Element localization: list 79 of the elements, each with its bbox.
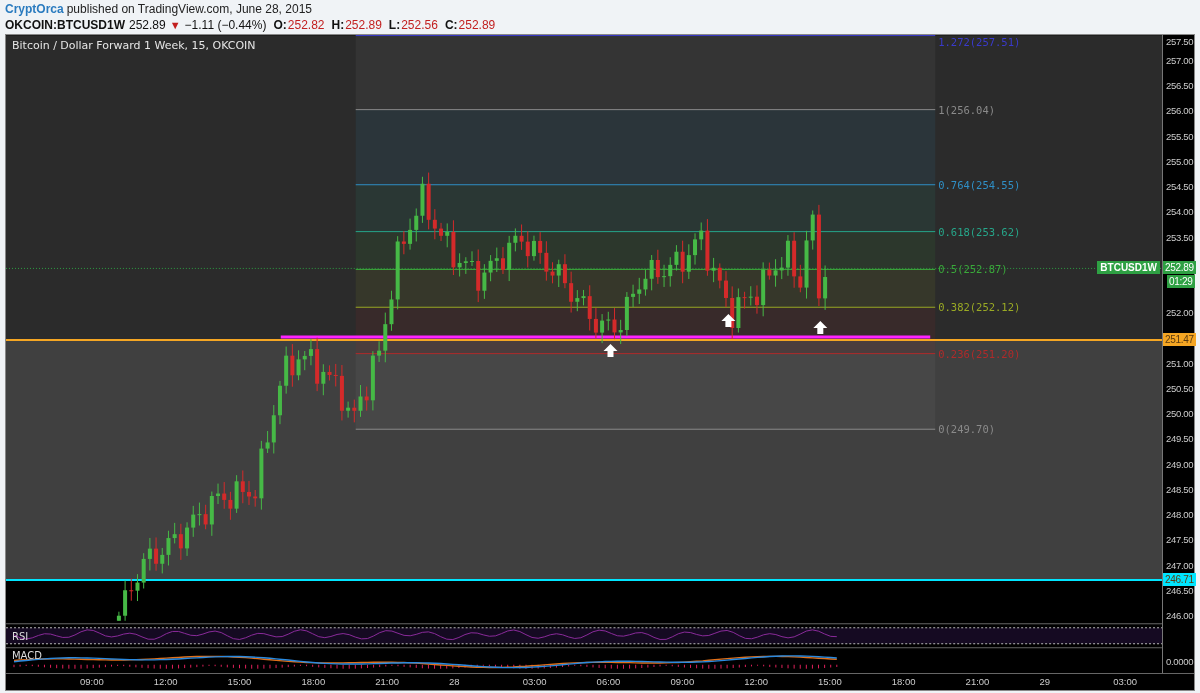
price-tick: 256.50 bbox=[1166, 80, 1194, 92]
price-change: −1.11 (−0.44%) bbox=[184, 18, 267, 32]
price-tick: 256.00 bbox=[1166, 105, 1194, 117]
time-tick: 15:00 bbox=[818, 676, 842, 687]
fib-label: 0.5(252.87) bbox=[938, 263, 1008, 276]
candlestick bbox=[501, 246, 505, 275]
price-tick: 253.50 bbox=[1166, 231, 1194, 243]
time-tick: 28 bbox=[449, 676, 460, 687]
time-tick: 03:00 bbox=[1113, 676, 1137, 687]
candlestick bbox=[724, 270, 728, 308]
fib-label: 1.272(257.51) bbox=[938, 36, 1021, 49]
price-tick: 255.00 bbox=[1166, 155, 1194, 167]
candlestick bbox=[693, 232, 697, 266]
pane-label: MACD bbox=[12, 649, 42, 661]
ohlc-label: O: bbox=[273, 18, 287, 32]
fib-label: 0(249.70) bbox=[938, 423, 996, 436]
author-link[interactable]: CryptOrca bbox=[5, 2, 64, 17]
ohlc-label: C: bbox=[444, 18, 458, 32]
price-tick: 252.00 bbox=[1166, 307, 1194, 319]
countdown-badge: 01:29 bbox=[1167, 275, 1195, 289]
fib-label: 0.236(251.20) bbox=[938, 347, 1021, 360]
price-tick: 249.00 bbox=[1166, 458, 1194, 470]
ohlc-value: 252.89 bbox=[345, 18, 382, 32]
ohlc-value: 252.89 bbox=[458, 18, 496, 32]
time-tick: 21:00 bbox=[375, 676, 399, 687]
up-arrow-icon bbox=[603, 344, 618, 357]
price-tick: 247.00 bbox=[1166, 559, 1194, 571]
fib-label: 0.382(252.12) bbox=[938, 301, 1021, 314]
price-axis[interactable]: 257.50 257.00 256.50 256.00 255.50 255.00 254.50 254.00 253.50 252.00 251.00 250.50 250.00 249.50 249.00 248.50 248.00 247.50 247.00 246.50 246.00 252.89 01:29 251.47 246.71 0.0000 bbox=[1162, 35, 1194, 673]
series-label: BTCUSD1W bbox=[1097, 261, 1160, 275]
fib-label: 0.764(254.55) bbox=[938, 178, 1021, 191]
price-badge: 251.47 bbox=[1163, 333, 1196, 346]
ohlc-value: 252.56 bbox=[401, 18, 438, 32]
macd-tick: 0.0000 bbox=[1166, 656, 1194, 667]
up-arrow-icon bbox=[721, 314, 736, 327]
symbol-name: OKCOIN:BTCUSD1W bbox=[5, 18, 125, 32]
time-tick: 12:00 bbox=[744, 676, 768, 687]
candlestick bbox=[470, 250, 474, 267]
price-tick: 246.50 bbox=[1166, 584, 1194, 596]
last-price: 252.89 bbox=[129, 18, 166, 32]
time-tick: 21:00 bbox=[965, 676, 990, 687]
fib-label: 0.618(253.62) bbox=[938, 225, 1021, 238]
price-tick: 257.00 bbox=[1166, 55, 1194, 66]
time-tick: 03:00 bbox=[522, 676, 547, 687]
price-tick: 254.00 bbox=[1166, 206, 1194, 218]
time-tick: 09:00 bbox=[80, 676, 104, 687]
ohlc-label: H: bbox=[331, 18, 345, 32]
time-tick: 09:00 bbox=[670, 676, 695, 687]
price-tick: 249.50 bbox=[1166, 433, 1194, 445]
time-tick: 06:00 bbox=[596, 676, 621, 687]
ohlc-value: 252.82 bbox=[287, 18, 325, 32]
price-tick: 246.00 bbox=[1166, 609, 1194, 621]
time-tick: 18:00 bbox=[891, 676, 916, 687]
candlestick bbox=[823, 265, 828, 311]
fib-label: 1(256.04) bbox=[938, 103, 996, 116]
chart-title: Bitcoin / Dollar Forward 1 Week, 15, OKCOIN bbox=[12, 39, 256, 53]
candlestick bbox=[116, 611, 121, 622]
change-arrow: ▼ bbox=[169, 19, 181, 31]
price-tick: 257.50 bbox=[1166, 36, 1194, 47]
price-tick: 250.50 bbox=[1166, 382, 1194, 394]
time-tick: 29 bbox=[1039, 676, 1050, 687]
price-badge: 252.89 bbox=[1163, 261, 1196, 275]
price-badge: 246.71 bbox=[1163, 573, 1196, 587]
time-tick: 18:00 bbox=[301, 676, 326, 687]
price-tick: 247.50 bbox=[1166, 534, 1194, 546]
time-tick: 12:00 bbox=[153, 676, 178, 687]
pane-label: RSI bbox=[12, 630, 29, 642]
price-tick: 248.00 bbox=[1166, 509, 1194, 521]
ohlc-label: L: bbox=[388, 18, 401, 32]
price-tick: 248.50 bbox=[1166, 483, 1194, 495]
price-tick: 251.00 bbox=[1166, 357, 1194, 369]
price-tick: 250.00 bbox=[1166, 408, 1194, 420]
up-arrow-icon bbox=[813, 321, 828, 334]
publish-info: published on TradingView.com, June 28, 2015 bbox=[66, 2, 312, 17]
price-tick: 255.50 bbox=[1166, 130, 1194, 142]
candlestick bbox=[216, 483, 220, 505]
time-tick: 15:00 bbox=[227, 676, 252, 687]
price-tick: 254.50 bbox=[1166, 181, 1194, 193]
candlestick bbox=[247, 480, 251, 506]
